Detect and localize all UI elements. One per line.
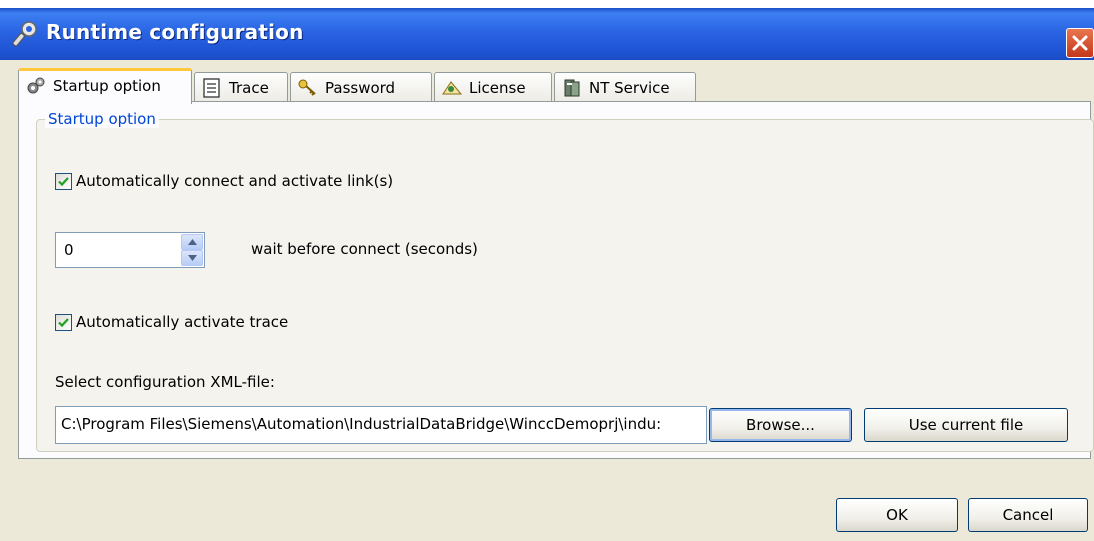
close-button[interactable] (1066, 28, 1094, 58)
browse-button[interactable]: Browse... (709, 408, 852, 442)
wait-seconds-label: wait before connect (seconds) (251, 240, 478, 258)
tab-label: Password (325, 79, 396, 97)
certificate-icon (441, 78, 463, 98)
stepper-buttons (181, 234, 203, 266)
auto-connect-label[interactable]: Automatically connect and activate link(… (76, 172, 393, 190)
tab-label: NT Service (589, 79, 670, 97)
wrench-icon (12, 20, 40, 48)
increment-button[interactable] (181, 234, 203, 250)
tab-startup-option[interactable]: Startup option (18, 68, 192, 104)
xml-file-label: Select configuration XML-file: (55, 373, 275, 391)
decrement-button[interactable] (181, 250, 203, 266)
wait-seconds-stepper[interactable]: 0 (55, 232, 205, 268)
tab-nt-service[interactable]: NT Service (554, 72, 696, 102)
tab-license[interactable]: License (434, 72, 552, 102)
window-title: Runtime configuration (46, 20, 304, 44)
gears-icon (25, 76, 47, 96)
tab-trace[interactable]: Trace (194, 72, 288, 102)
tab-label: License (469, 79, 526, 97)
auto-trace-checkbox[interactable] (55, 313, 72, 331)
cancel-button[interactable]: Cancel (968, 498, 1088, 532)
title-bar[interactable]: Runtime configuration (0, 8, 1094, 60)
tab-label: Startup option (53, 77, 161, 95)
auto-connect-checkbox[interactable] (55, 172, 72, 190)
startup-option-group: Startup option Automatically connect and… (36, 110, 1094, 452)
notepad-icon (201, 78, 223, 98)
dialog-client-area: Startup option Trace Password License NT… (0, 60, 1094, 541)
ok-button[interactable]: OK (836, 498, 958, 532)
wait-seconds-value[interactable]: 0 (64, 241, 74, 259)
server-icon (561, 78, 583, 98)
group-title: Startup option (45, 110, 159, 128)
xml-file-path-field[interactable]: C:\Program Files\Siemens\Automation\Indu… (55, 406, 707, 444)
auto-connect-row: Automatically connect and activate link(… (55, 172, 393, 190)
keys-icon (297, 78, 319, 98)
auto-trace-label[interactable]: Automatically activate trace (76, 313, 288, 331)
tab-password[interactable]: Password (290, 72, 432, 102)
runtime-configuration-dialog: Runtime configuration Startup option Tra… (0, 0, 1094, 541)
auto-trace-row: Automatically activate trace (55, 313, 288, 331)
tab-label: Trace (229, 79, 269, 97)
tab-panel-startup-option: Startup option Automatically connect and… (18, 101, 1094, 459)
use-current-file-button[interactable]: Use current file (864, 408, 1068, 442)
